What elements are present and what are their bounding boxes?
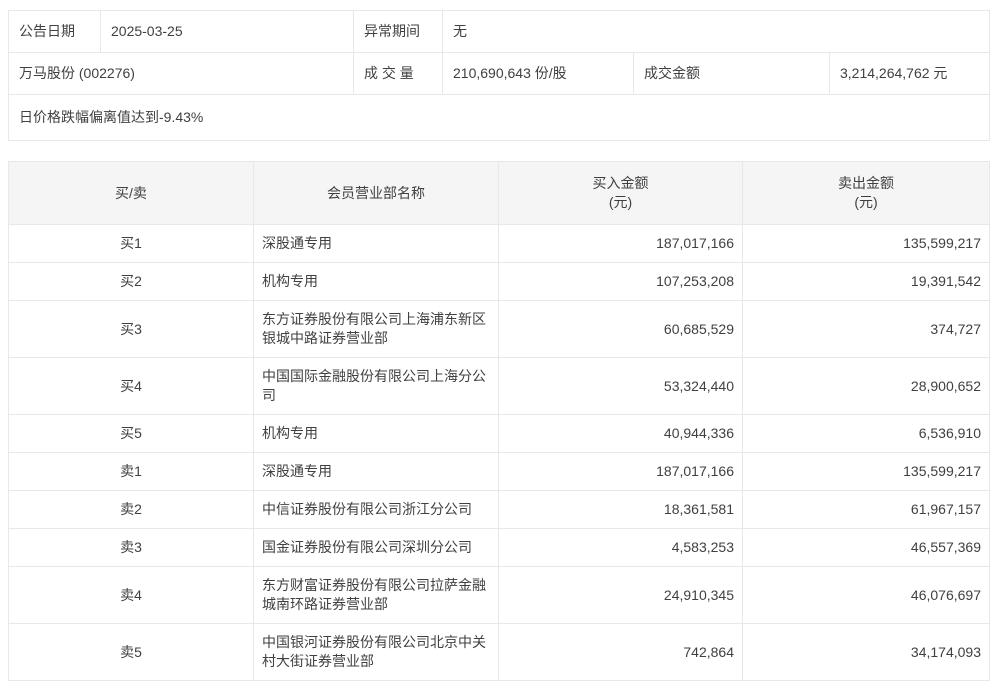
trading-seats-table: 买/卖 会员营业部名称 买入金额 (元) 卖出金额 (元) 买1 深股通专用 [8, 161, 990, 681]
stock-name: 万马股份 (002276) [9, 53, 354, 95]
side-cell: 卖2 [9, 491, 254, 529]
buy-amount-cell: 60,685,529 [499, 301, 743, 358]
announce-date-label: 公告日期 [9, 11, 101, 53]
branch-cell: 中国银河证券股份有限公司北京中关村大街证券营业部 [254, 624, 499, 681]
side-cell: 买5 [9, 415, 254, 453]
sell-amount-cell: 46,557,369 [743, 529, 990, 567]
turnover-label: 成交金额 [634, 53, 830, 95]
side-cell: 卖1 [9, 453, 254, 491]
volume-value: 210,690,643 份/股 [443, 53, 634, 95]
info-row-reason: 日价格跌幅偏离值达到-9.43% [9, 95, 990, 141]
branch-cell: 东方财富证券股份有限公司拉萨金融城南环路证券营业部 [254, 567, 499, 624]
sell-amount-cell: 135,599,217 [743, 225, 990, 263]
buy-amount-cell: 187,017,166 [499, 453, 743, 491]
branch-cell: 深股通专用 [254, 453, 499, 491]
branch-cell: 中信证券股份有限公司浙江分公司 [254, 491, 499, 529]
sell-amount-cell: 61,967,157 [743, 491, 990, 529]
volume-label: 成 交 量 [354, 53, 443, 95]
branch-cell: 深股通专用 [254, 225, 499, 263]
col-header-sell-unit: (元) [751, 193, 981, 212]
sell-amount-cell: 34,174,093 [743, 624, 990, 681]
abnormal-period-value: 无 [443, 11, 990, 53]
side-cell: 买1 [9, 225, 254, 263]
sell-amount-cell: 6,536,910 [743, 415, 990, 453]
table-row: 买1 深股通专用 187,017,166 135,599,217 [9, 225, 990, 263]
turnover-value: 3,214,264,762 元 [830, 53, 990, 95]
sell-amount-cell: 46,076,697 [743, 567, 990, 624]
sell-amount-cell: 135,599,217 [743, 453, 990, 491]
buy-amount-cell: 107,253,208 [499, 263, 743, 301]
info-row-announce: 公告日期 2025-03-25 异常期间 无 [9, 11, 990, 53]
sell-amount-cell: 374,727 [743, 301, 990, 358]
table-row: 买3 东方证券股份有限公司上海浦东新区银城中路证券营业部 60,685,529 … [9, 301, 990, 358]
branch-cell: 机构专用 [254, 263, 499, 301]
side-cell: 买2 [9, 263, 254, 301]
deviation-note: 日价格跌幅偏离值达到-9.43% [9, 95, 990, 141]
col-header-buy: 买入金额 (元) [499, 162, 743, 225]
buy-amount-cell: 53,324,440 [499, 358, 743, 415]
table-row: 卖3 国金证券股份有限公司深圳分公司 4,583,253 46,557,369 [9, 529, 990, 567]
col-header-buy-unit: (元) [507, 193, 734, 212]
col-header-buy-label: 买入金额 [507, 174, 734, 193]
info-row-stock: 万马股份 (002276) 成 交 量 210,690,643 份/股 成交金额… [9, 53, 990, 95]
stock-lhb-page: 公告日期 2025-03-25 异常期间 无 万马股份 (002276) 成 交… [0, 0, 997, 689]
table-row: 卖2 中信证券股份有限公司浙江分公司 18,361,581 61,967,157 [9, 491, 990, 529]
table-row: 卖5 中国银河证券股份有限公司北京中关村大街证券营业部 742,864 34,1… [9, 624, 990, 681]
buy-amount-cell: 187,017,166 [499, 225, 743, 263]
branch-cell: 中国国际金融股份有限公司上海分公司 [254, 358, 499, 415]
table-header-row: 买/卖 会员营业部名称 买入金额 (元) 卖出金额 (元) [9, 162, 990, 225]
side-cell: 卖3 [9, 529, 254, 567]
col-header-side-label: 买/卖 [17, 184, 245, 203]
buy-amount-cell: 742,864 [499, 624, 743, 681]
buy-amount-cell: 18,361,581 [499, 491, 743, 529]
table-row: 买2 机构专用 107,253,208 19,391,542 [9, 263, 990, 301]
side-cell: 买4 [9, 358, 254, 415]
sell-amount-cell: 28,900,652 [743, 358, 990, 415]
branch-cell: 机构专用 [254, 415, 499, 453]
stock-info-panel: 公告日期 2025-03-25 异常期间 无 万马股份 (002276) 成 交… [8, 10, 990, 141]
side-cell: 卖4 [9, 567, 254, 624]
col-header-sell: 卖出金额 (元) [743, 162, 990, 225]
table-row: 买4 中国国际金融股份有限公司上海分公司 53,324,440 28,900,6… [9, 358, 990, 415]
table-row: 卖1 深股通专用 187,017,166 135,599,217 [9, 453, 990, 491]
announce-date-value: 2025-03-25 [101, 11, 354, 53]
table-row: 买5 机构专用 40,944,336 6,536,910 [9, 415, 990, 453]
branch-cell: 东方证券股份有限公司上海浦东新区银城中路证券营业部 [254, 301, 499, 358]
abnormal-period-label: 异常期间 [354, 11, 443, 53]
table-row: 卖4 东方财富证券股份有限公司拉萨金融城南环路证券营业部 24,910,345 … [9, 567, 990, 624]
buy-amount-cell: 40,944,336 [499, 415, 743, 453]
col-header-sell-label: 卖出金额 [751, 174, 981, 193]
sell-amount-cell: 19,391,542 [743, 263, 990, 301]
buy-amount-cell: 24,910,345 [499, 567, 743, 624]
side-cell: 卖5 [9, 624, 254, 681]
side-cell: 买3 [9, 301, 254, 358]
buy-amount-cell: 4,583,253 [499, 529, 743, 567]
col-header-side: 买/卖 [9, 162, 254, 225]
col-header-branch: 会员营业部名称 [254, 162, 499, 225]
branch-cell: 国金证券股份有限公司深圳分公司 [254, 529, 499, 567]
col-header-branch-label: 会员营业部名称 [262, 184, 490, 203]
